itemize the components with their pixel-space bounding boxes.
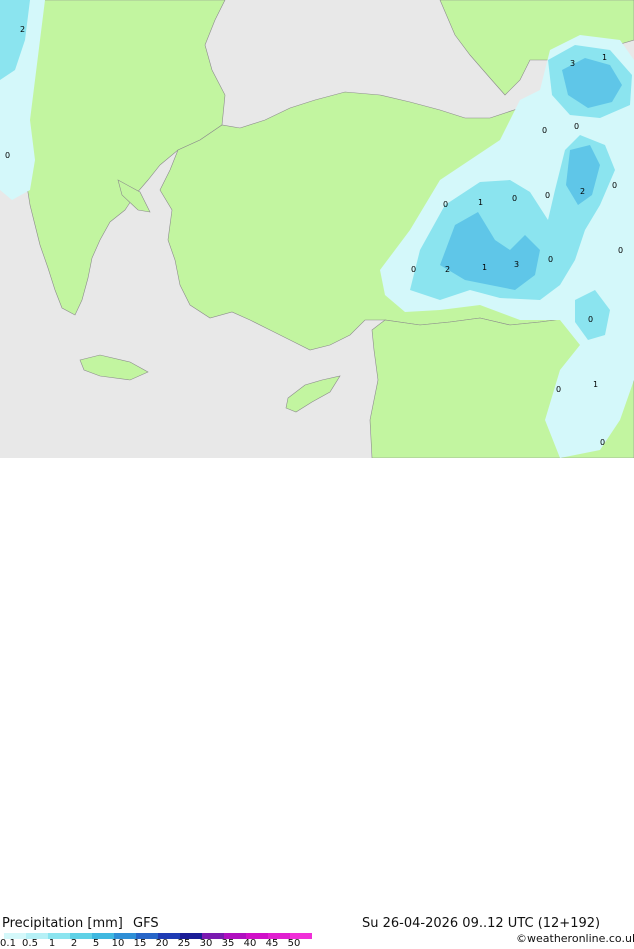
product-title: Precipitation [mm] GFS xyxy=(2,917,159,931)
precip-value-label: 2 xyxy=(445,265,450,274)
scale-tick-label: 2 xyxy=(70,938,78,949)
precip-value-label: 0 xyxy=(411,265,416,274)
precip-value-label: 0 xyxy=(574,122,579,131)
scale-tick-label: 45 xyxy=(265,938,279,949)
precip-value-label: 0 xyxy=(512,194,517,203)
scale-tick-label: 15 xyxy=(133,938,147,949)
precip-value-label: 0 xyxy=(5,151,10,160)
scale-tick-label: 35 xyxy=(221,938,235,949)
precip-value-label: 3 xyxy=(514,260,519,269)
scale-tick-label: 25 xyxy=(177,938,191,949)
precip-value-label: 0 xyxy=(443,200,448,209)
scale-tick-label: 1 xyxy=(48,938,56,949)
scale-tick-label: 10 xyxy=(111,938,125,949)
precip-value-label: 1 xyxy=(482,263,487,272)
product-name: Precipitation [mm] xyxy=(2,916,123,931)
precip-value-label: 3 xyxy=(570,59,575,68)
scale-tick-label: 30 xyxy=(199,938,213,949)
precip-value-label: 0 xyxy=(548,255,553,264)
scale-tick-label: 0.1 xyxy=(0,938,16,949)
model-name: GFS xyxy=(133,916,159,931)
precip-value-label: 0 xyxy=(588,315,593,324)
precipitation-map: 2 3 1 0 0 0 0 1 0 0 2 0 0 0 2 1 3 0 0 0 1 0 xyxy=(0,0,634,458)
precip-value-label: 2 xyxy=(580,187,585,196)
precip-value-label: 0 xyxy=(545,191,550,200)
precip-value-label: 1 xyxy=(478,198,483,207)
footer: Precipitation [mm] GFS Su 26-04-2026 09.… xyxy=(0,458,634,949)
credit-text: ©weatheronline.co.uk xyxy=(516,932,634,945)
scale-tick-label: 20 xyxy=(155,938,169,949)
map-canvas: 2 3 1 0 0 0 0 1 0 0 2 0 0 0 2 1 3 0 0 0 1 0 xyxy=(0,0,634,458)
precip-value-label: 1 xyxy=(593,380,598,389)
scale-tick-label: 50 xyxy=(287,938,301,949)
precip-value-label: 0 xyxy=(618,246,623,255)
precip-value-label: 0 xyxy=(556,385,561,394)
precip-value-label: 1 xyxy=(602,53,607,62)
precip-value-label: 0 xyxy=(542,126,547,135)
scale-tick-label: 0.5 xyxy=(22,938,38,949)
scale-tick-label: 5 xyxy=(92,938,100,949)
precip-value-label: 0 xyxy=(612,181,617,190)
scale-tick-label: 40 xyxy=(243,938,257,949)
precip-value-label: 0 xyxy=(600,438,605,447)
precip-value-label: 2 xyxy=(20,25,25,34)
valid-datetime: Su 26-04-2026 09..12 UTC (12+192) xyxy=(362,916,601,931)
